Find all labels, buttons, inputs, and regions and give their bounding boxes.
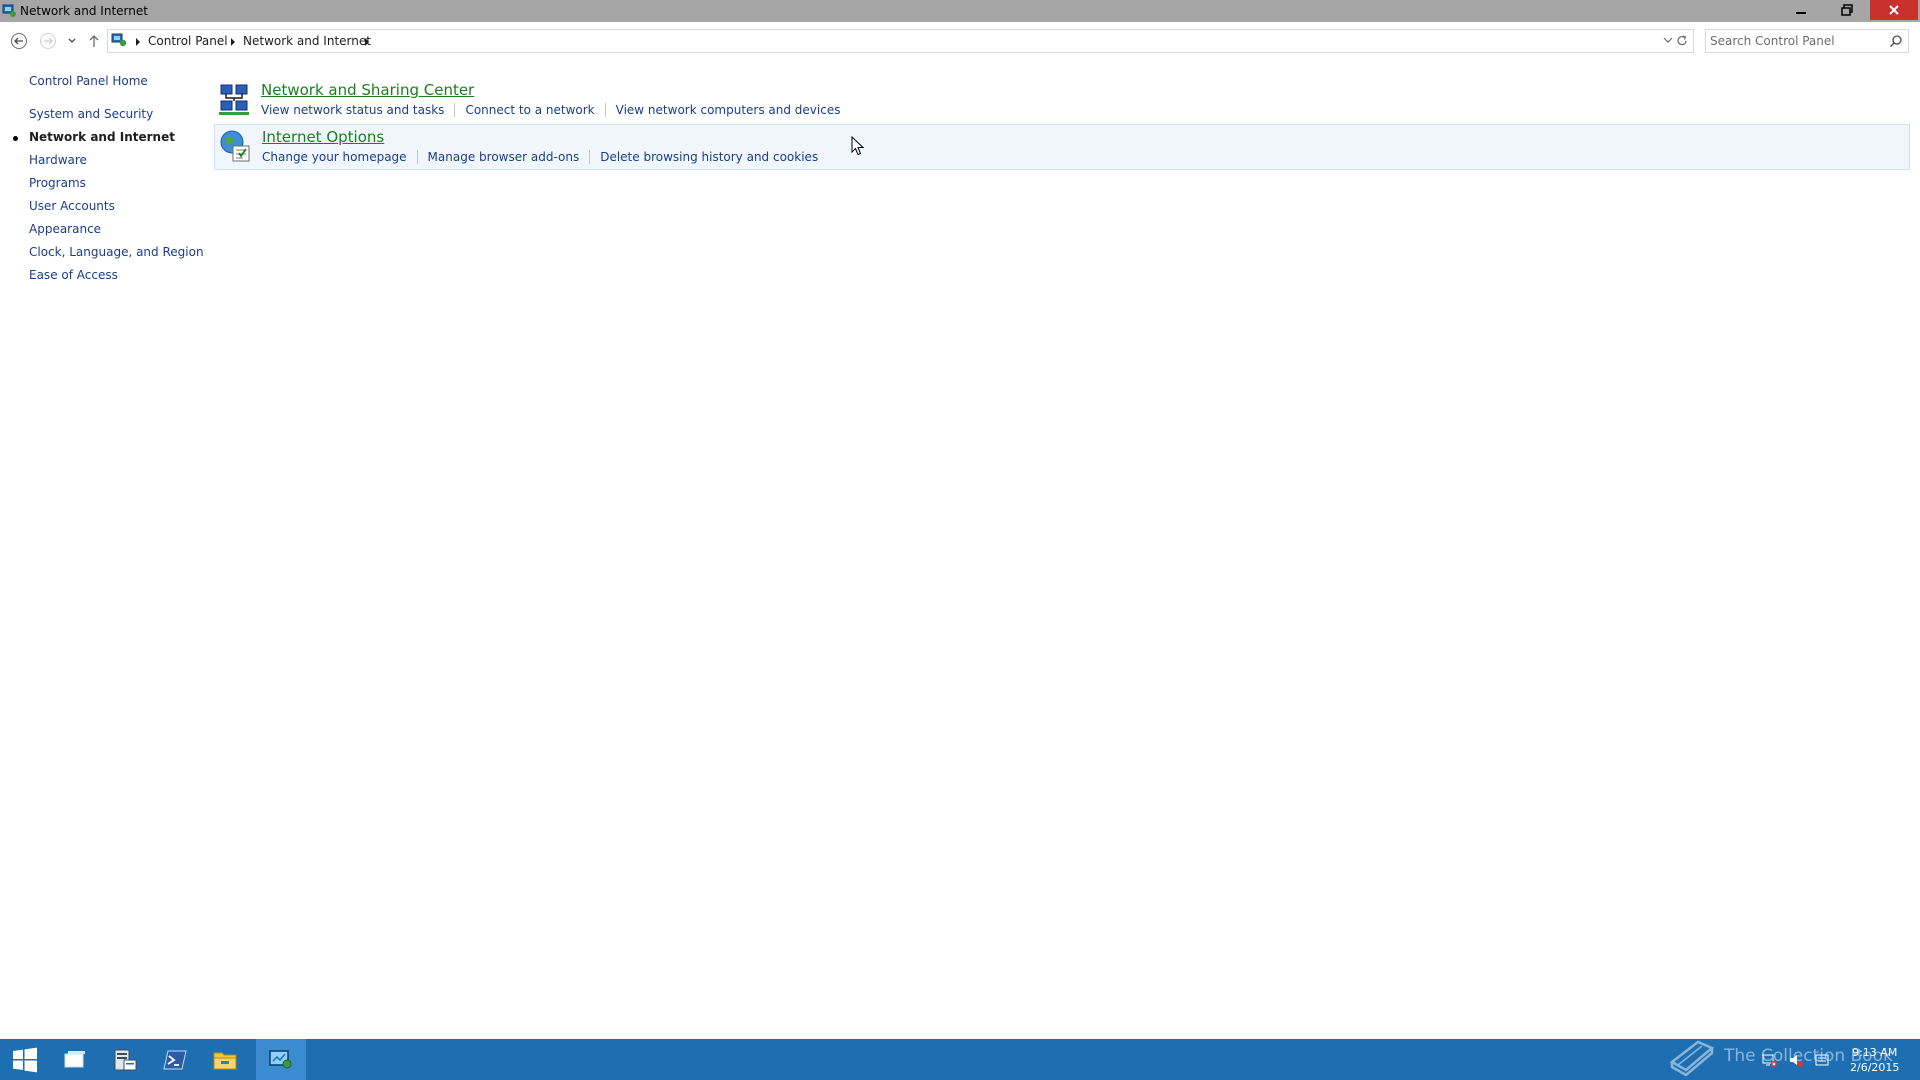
- close-icon: [1889, 5, 1899, 15]
- control-panel-home-link[interactable]: Control Panel Home: [29, 74, 148, 88]
- sidebar-item-appearance[interactable]: Appearance: [29, 222, 101, 236]
- control-panel-icon: [269, 1049, 292, 1068]
- network-sharing-icon: [218, 82, 250, 116]
- book-icon: [1669, 1040, 1715, 1076]
- category-links: View network status and tasks Connect to…: [261, 103, 840, 117]
- category-network-and-sharing-center: Network and Sharing Center View network …: [214, 78, 1910, 124]
- control-panel-icon: [111, 32, 127, 48]
- start-button[interactable]: [0, 1039, 50, 1080]
- current-item-bullet: [13, 136, 18, 141]
- mouse-cursor-icon: [851, 136, 864, 156]
- sidebar-item-hardware[interactable]: Hardware: [29, 153, 87, 167]
- arrow-left-icon: [11, 33, 27, 49]
- minimize-button[interactable]: [1778, 0, 1824, 20]
- view-network-computers-link[interactable]: View network computers and devices: [616, 103, 841, 117]
- sidebar-item-user-accounts[interactable]: User Accounts: [29, 199, 115, 213]
- link-divider: [604, 103, 606, 117]
- category-internet-options: Internet Options Change your homepage Ma…: [214, 124, 1910, 170]
- link-divider: [589, 150, 591, 164]
- change-homepage-link[interactable]: Change your homepage: [262, 150, 407, 164]
- restore-button[interactable]: [1824, 0, 1870, 20]
- chevron-down-icon: [68, 38, 76, 43]
- arrow-up-icon: [89, 35, 99, 47]
- address-dropdown-icon[interactable]: [1663, 36, 1673, 44]
- up-button[interactable]: [83, 30, 105, 52]
- window-title: Network and Internet: [20, 4, 148, 18]
- connect-to-network-link[interactable]: Connect to a network: [465, 103, 594, 117]
- task-view-icon: [64, 1050, 85, 1067]
- file-explorer-button[interactable]: [200, 1039, 250, 1080]
- control-panel-icon[interactable]: [2, 3, 17, 18]
- back-button[interactable]: [8, 30, 30, 52]
- sidebar-item-ease-of-access[interactable]: Ease of Access: [29, 268, 118, 282]
- close-button[interactable]: [1870, 0, 1918, 20]
- restore-icon: [1841, 4, 1853, 16]
- delete-browsing-history-link[interactable]: Delete browsing history and cookies: [600, 150, 818, 164]
- refresh-icon[interactable]: [1675, 34, 1689, 48]
- link-divider: [416, 150, 418, 164]
- taskbar: 9:13 AM 2/6/2015: [0, 1039, 1920, 1080]
- link-divider: [454, 103, 456, 117]
- forward-button[interactable]: [37, 30, 59, 52]
- breadcrumb-control-panel[interactable]: Control Panel: [148, 34, 228, 48]
- internet-options-link[interactable]: Internet Options: [262, 128, 384, 146]
- arrow-right-icon: [40, 33, 56, 49]
- file-explorer-icon: [213, 1052, 237, 1069]
- sidebar-item-network-and-internet: Network and Internet: [29, 130, 175, 144]
- search-box[interactable]: [1705, 29, 1909, 53]
- server-manager-icon: [114, 1049, 137, 1070]
- powershell-button[interactable]: [150, 1039, 200, 1080]
- search-icon[interactable]: [1889, 34, 1903, 48]
- sidebar-item-system-and-security[interactable]: System and Security: [29, 107, 153, 121]
- title-bar: Network and Internet: [0, 0, 1920, 22]
- address-bar[interactable]: Control Panel Network and Internet: [107, 29, 1694, 53]
- powershell-icon: [163, 1050, 187, 1069]
- sidebar-item-programs[interactable]: Programs: [29, 176, 86, 190]
- recent-locations-button[interactable]: [61, 30, 83, 52]
- server-manager-button[interactable]: [100, 1039, 150, 1080]
- task-view-button[interactable]: [50, 1039, 100, 1080]
- manage-browser-addons-link[interactable]: Manage browser add-ons: [428, 150, 580, 164]
- breadcrumb-separator-icon[interactable]: [136, 38, 140, 46]
- watermark-text: The Collection Book: [1724, 1046, 1893, 1066]
- sidebar-item-clock-language-region[interactable]: Clock, Language, and Region: [29, 245, 204, 259]
- minimize-icon: [1796, 12, 1806, 14]
- control-panel-taskbar-button[interactable]: [256, 1039, 306, 1080]
- internet-options-icon: [219, 129, 251, 163]
- search-input[interactable]: [1710, 32, 1880, 50]
- category-links: Change your homepage Manage browser add-…: [262, 150, 818, 164]
- view-network-status-link[interactable]: View network status and tasks: [261, 103, 444, 117]
- breadcrumb-network-and-internet[interactable]: Network and Internet: [243, 34, 371, 48]
- breadcrumb-separator-icon[interactable]: [231, 38, 235, 46]
- breadcrumb-separator-icon[interactable]: [365, 38, 369, 46]
- start-icon: [13, 1047, 37, 1072]
- network-and-sharing-center-link[interactable]: Network and Sharing Center: [261, 81, 474, 99]
- watermark: The Collection Book: [1668, 1036, 1893, 1076]
